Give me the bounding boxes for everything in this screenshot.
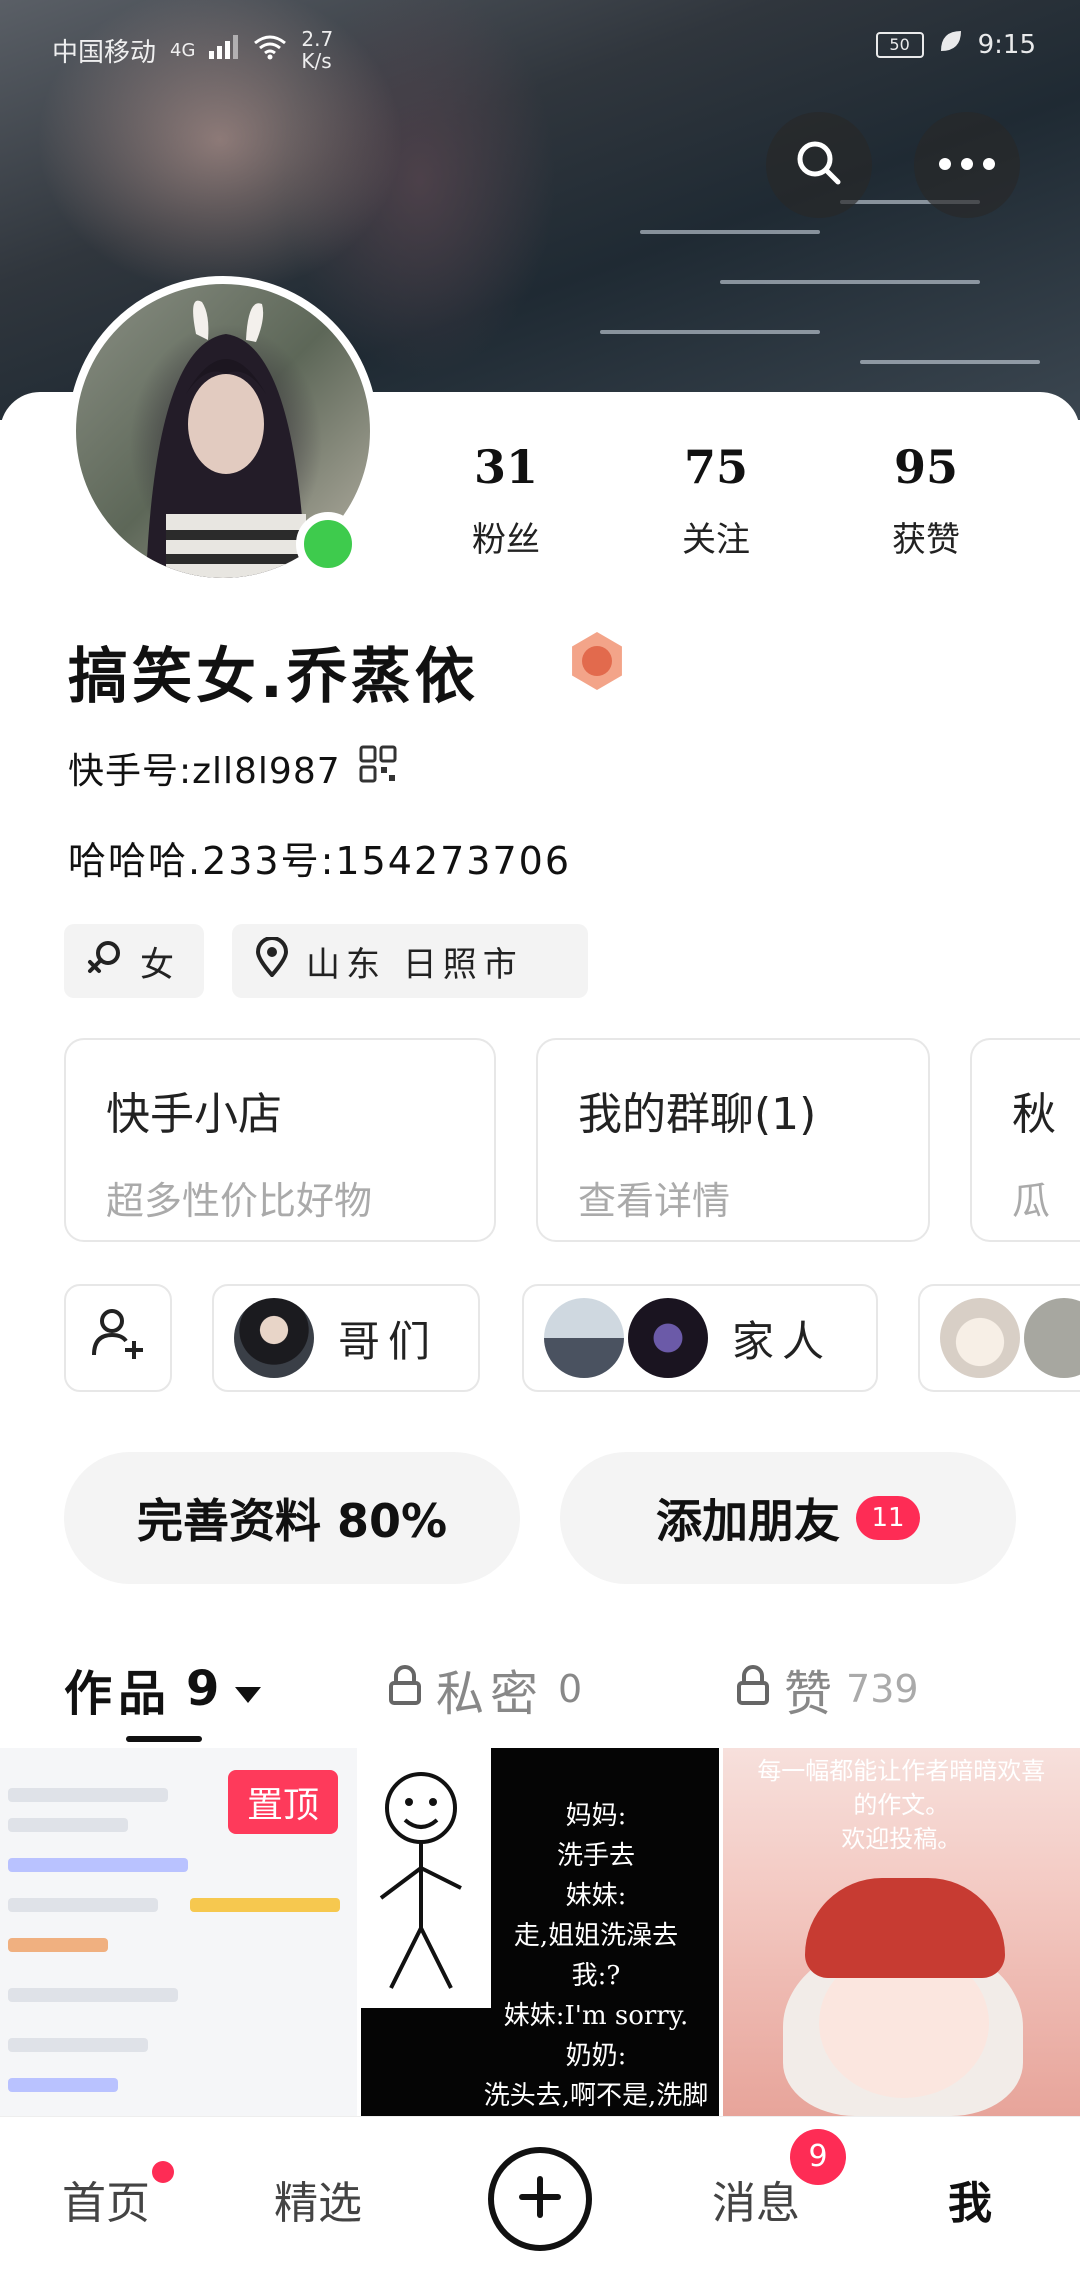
add-group-button[interactable] [64,1284,172,1392]
carrier-label: 中国移动 [52,37,157,68]
caret-down-icon [233,1661,263,1717]
search-icon [791,135,847,195]
work-caption: 每一幅都能让作者暗暗欢喜 的作文。 欢迎投稿。 [757,1757,1046,1853]
status-bar: 中国移动 4G 2.7 K/s 50 9:15 [0,0,1080,90]
lock-icon [388,1661,422,1717]
works-grid: 置顶 妈妈: 洗手去 妹妹: 走,姐姐洗澡去 我:? 妹妹:I'm sorry.… [0,1748,1080,2116]
content-tabs: 作品 9 私密 0 赞 739 [0,1640,1080,1750]
bottom-navigation: 首页 精选 消息 9 我 [0,2116,1080,2280]
work-thumbnail[interactable]: 妈妈: 洗手去 妹妹: 走,姐姐洗澡去 我:? 妹妹:I'm sorry. 奶奶… [361,1748,719,2116]
more-button[interactable] [914,112,1020,218]
wifi-icon [253,34,287,67]
online-status-dot [296,512,360,576]
tab-liked[interactable]: 赞 739 [736,1654,919,1724]
plus-icon [518,2175,562,2223]
kuaishou-id: 快手号:zll8l987 [68,751,341,792]
group-avatar [628,1298,708,1378]
messages-badge: 9 [790,2129,846,2185]
gender-tag: 女 [64,924,204,998]
stat-likes[interactable]: 95 获赞 [846,440,1006,561]
group-avatar [234,1298,314,1378]
complete-profile-button[interactable]: 完善资料 80% [64,1452,520,1584]
battery-icon: 50 [875,31,924,58]
group-avatar [544,1298,624,1378]
pinned-badge: 置顶 [228,1770,338,1834]
nav-me[interactable]: 我 [948,2167,992,2231]
kuaishou-shop-card[interactable]: 快手小店 超多性价比好物 [64,1038,496,1242]
stat-fans[interactable]: 31 粉丝 [426,440,586,561]
add-friend-button[interactable]: 添加朋友 11 [560,1452,1016,1584]
clock: 9:15 [977,29,1036,60]
nav-home[interactable]: 首页 [62,2167,150,2231]
tab-active-indicator [126,1736,202,1742]
lock-icon [736,1661,770,1717]
leaf-icon [938,28,964,61]
nav-featured[interactable]: 精选 [274,2167,362,2231]
tab-private[interactable]: 私密 0 [388,1654,582,1724]
work-caption: 妈妈: 洗手去 妹妹: 走,姐姐洗澡去 我:? 妹妹:I'm sorry. 奶奶… [483,1801,709,2111]
qr-code-icon[interactable] [359,745,397,792]
group-avatar [1024,1298,1080,1378]
nav-messages[interactable]: 消息 [712,2167,800,2231]
profile-bio: 哈哈哈.233号:154273706 [68,839,572,883]
my-group-chat-card[interactable]: 我的群聊(1) 查看详情 [536,1038,930,1242]
kuaishou-id-row[interactable]: 快手号:zll8l987 [68,742,397,794]
network-speed: 2.7 K/s [301,27,334,73]
work-thumbnail[interactable]: 每一幅都能让作者暗暗欢喜 的作文。 欢迎投稿。 [722,1748,1080,2116]
group-chip-more[interactable] [918,1284,1080,1392]
location-tag: 山东 日照市 [232,924,588,998]
tab-works[interactable]: 作品 9 [64,1654,263,1724]
add-user-icon [90,1305,146,1371]
network-label: 4G [170,39,196,61]
profile-name: 搞笑女.乔蒸依 [68,642,479,712]
signal-icon [209,34,239,66]
group-chip-brothers[interactable]: 哥们 [212,1284,480,1392]
more-horizontal-icon [937,156,997,175]
search-button[interactable] [766,112,872,218]
location-pin-icon [254,935,290,986]
stat-following[interactable]: 75 关注 [636,440,796,561]
group-avatar [940,1298,1020,1378]
friend-request-badge: 11 [856,1496,920,1540]
create-post-button[interactable] [488,2147,592,2251]
gender-female-icon [86,938,124,985]
work-thumbnail[interactable]: 置顶 [0,1748,358,2116]
home-notification-dot [152,2161,174,2183]
group-chip-family[interactable]: 家人 [522,1284,878,1392]
third-feature-card[interactable]: 秋 瓜 [970,1038,1080,1242]
